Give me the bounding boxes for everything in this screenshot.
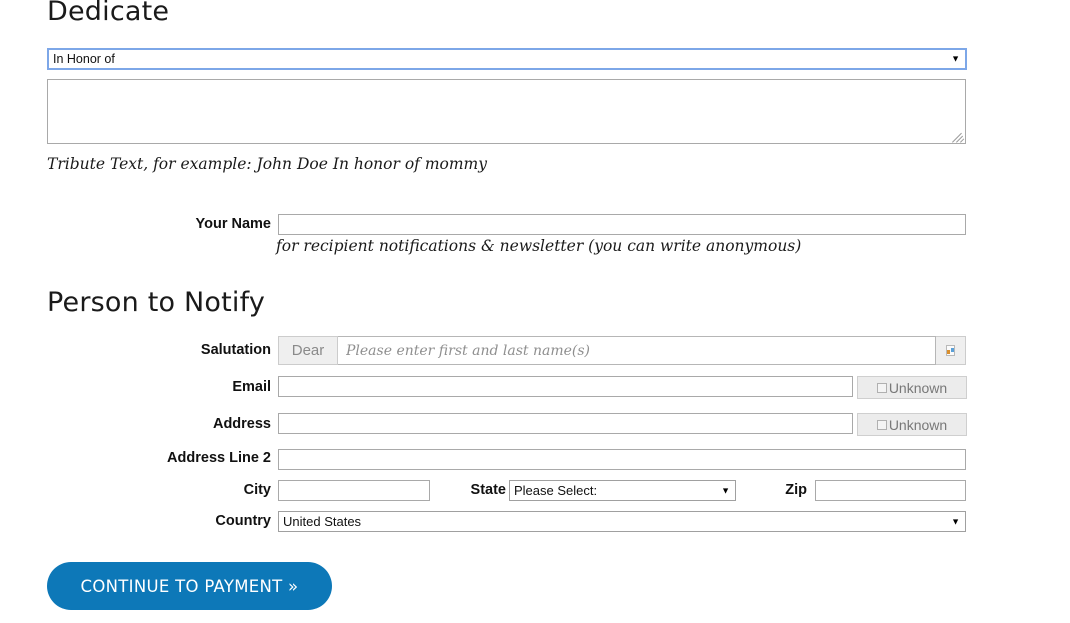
chevron-down-icon: ▼: [951, 53, 960, 64]
state-select[interactable]: Please Select: ▼: [509, 480, 736, 501]
salutation-name-input[interactable]: [338, 336, 936, 365]
email-unknown-label: Unknown: [888, 379, 948, 396]
state-label: State: [470, 482, 506, 498]
tribute-hint-text: Tribute Text, for example: John Doe In h…: [47, 155, 488, 173]
salutation-input-group: Dear: [278, 336, 966, 365]
salutation-prefix-addon: Dear: [278, 336, 338, 365]
city-input[interactable]: [278, 480, 430, 501]
address-unknown-label: Unknown: [888, 416, 948, 433]
country-label: Country: [215, 513, 271, 529]
tribute-text-textarea[interactable]: [47, 79, 966, 144]
address-input[interactable]: [278, 413, 853, 434]
email-input[interactable]: [278, 376, 853, 397]
dedication-type-select[interactable]: In Honor of ▼: [47, 48, 967, 70]
your-name-input[interactable]: [278, 214, 966, 235]
country-select[interactable]: United States ▼: [278, 511, 966, 532]
your-name-hint-text: for recipient notifications & newsletter…: [276, 237, 802, 255]
city-label: City: [243, 482, 271, 498]
your-name-label: Your Name: [195, 216, 271, 232]
country-select-value: United States: [283, 514, 362, 529]
broken-image-icon: [946, 345, 955, 356]
continue-to-payment-button[interactable]: CONTINUE TO PAYMENT »: [47, 562, 332, 610]
state-select-value: Please Select:: [514, 483, 598, 498]
chevron-down-icon: ▼: [951, 516, 960, 526]
address-label: Address: [212, 416, 271, 432]
address-line-2-input[interactable]: [278, 449, 966, 470]
dedication-type-value: In Honor of: [53, 52, 115, 66]
chevron-down-icon: ▼: [721, 485, 730, 495]
zip-label: Zip: [785, 482, 807, 498]
person-to-notify-heading: Person to Notify: [47, 287, 266, 318]
checkbox-icon[interactable]: [876, 382, 887, 393]
salutation-suffix-addon[interactable]: [936, 336, 966, 365]
zip-input[interactable]: [815, 480, 966, 501]
address-line-2-label: Address Line 2: [167, 450, 271, 466]
salutation-label: Salutation: [200, 342, 271, 358]
checkbox-icon[interactable]: [876, 419, 887, 430]
email-unknown-toggle[interactable]: Unknown: [857, 376, 967, 399]
email-label: Email: [232, 379, 271, 395]
address-unknown-toggle[interactable]: Unknown: [857, 413, 967, 436]
page-title: Dedicate: [47, 0, 170, 27]
